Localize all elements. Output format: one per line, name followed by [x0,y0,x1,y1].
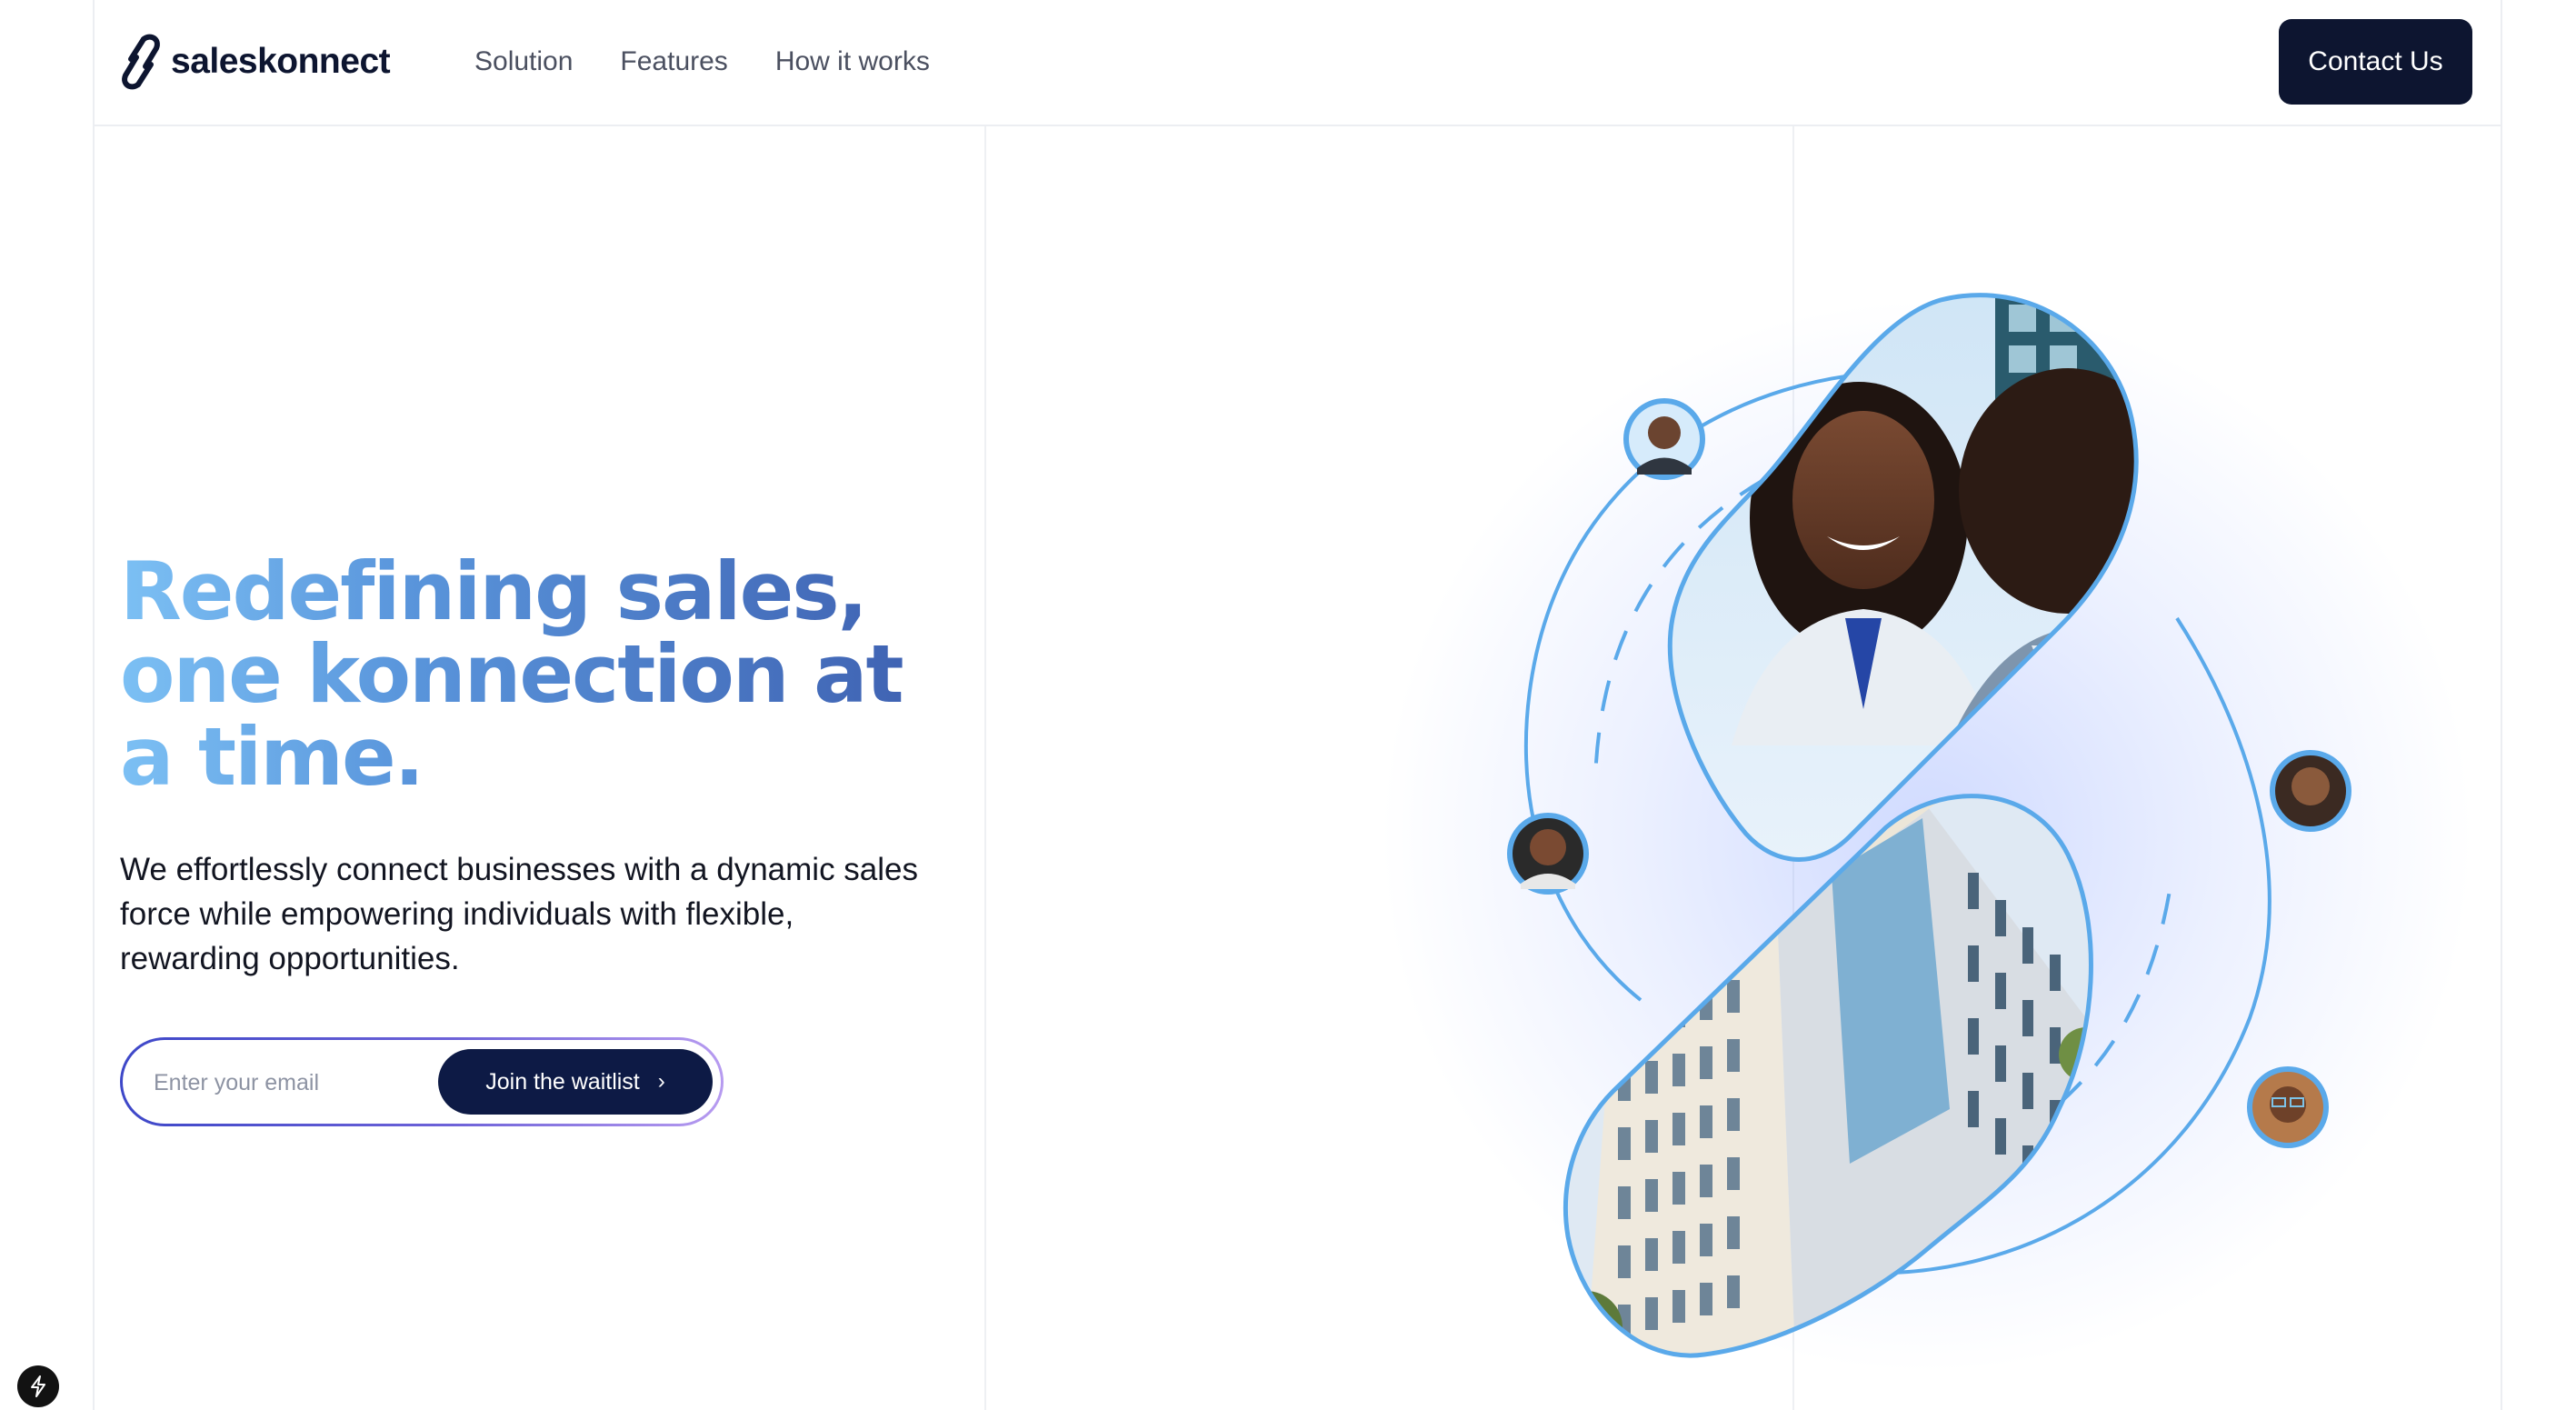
waitlist-form: Join the waitlist › [120,1037,724,1126]
waitlist-form-inner: Join the waitlist › [123,1040,721,1124]
lightning-icon[interactable] [17,1365,59,1407]
brand-logo[interactable]: saleskonnect [120,33,391,91]
avatar-man-suit [1623,398,1705,480]
site-header [93,0,2502,126]
hero-headline: Redefining sales, one konnection at a ti… [120,550,920,798]
avatar-woman-1 [1507,813,1589,895]
join-waitlist-button[interactable]: Join the waitlist › [438,1049,713,1115]
chain-link-icon [122,34,160,90]
chevron-right-icon: › [657,1069,665,1094]
contact-us-button[interactable]: Contact Us [2279,19,2472,105]
join-waitlist-label: Join the waitlist [485,1068,640,1095]
nav-solution[interactable]: Solution [474,40,573,84]
hero-illustration [1507,293,2351,1358]
hero-subtext: We effortlessly connect businesses with … [120,852,919,976]
avatar-woman-2 [2270,750,2351,832]
grid-divider [984,126,986,1410]
main-nav: Solution Features How it works [474,40,930,84]
nav-how-it-works[interactable]: How it works [775,40,930,84]
avatar-woman-glasses [2247,1066,2329,1148]
nav-features[interactable]: Features [620,40,727,84]
brand-name: saleskonnect [171,42,391,81]
